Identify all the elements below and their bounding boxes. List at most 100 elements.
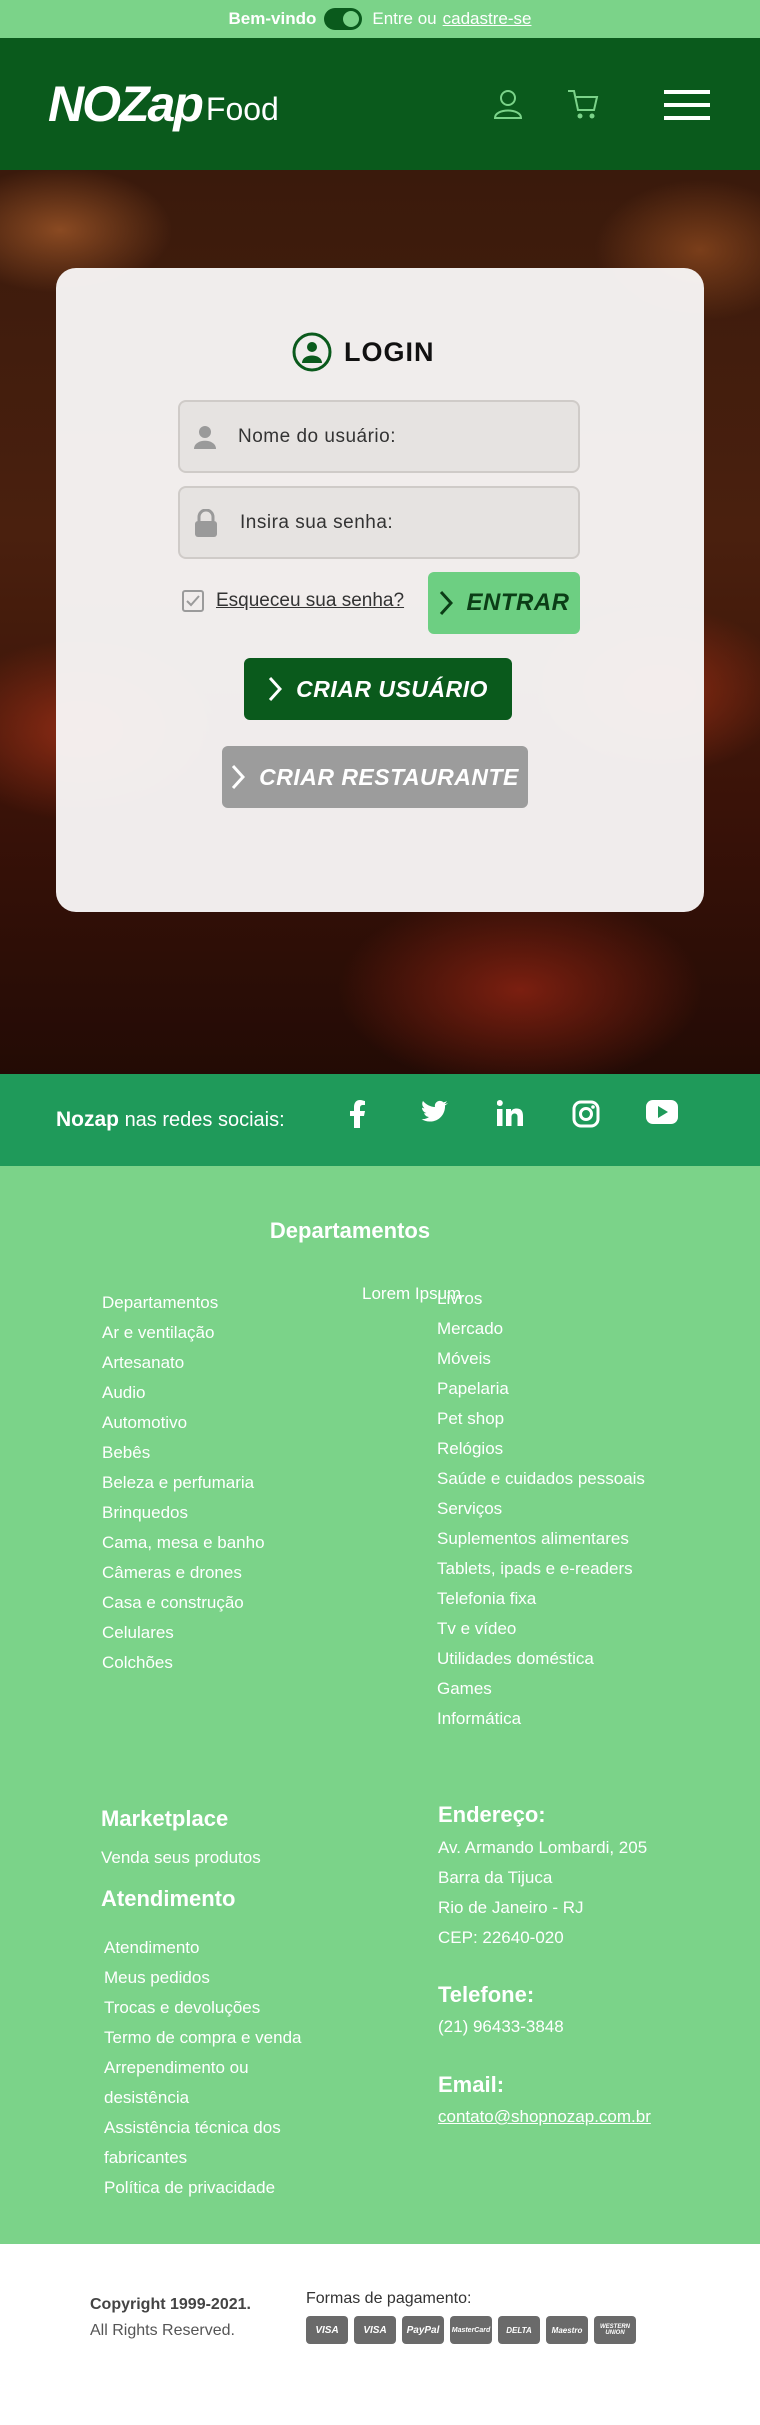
hero-background: LOGIN Esqueceu sua senha? ENTRAR CRIAR U… [0,170,760,1074]
department-item[interactable]: Telefonia fixa [437,1584,645,1614]
department-item[interactable]: Beleza e perfumaria [102,1468,265,1498]
twitter-icon[interactable] [396,1100,472,1128]
chevron-right-icon [439,590,453,616]
department-item[interactable]: Tv e vídeo [437,1614,645,1644]
menu-icon[interactable] [664,90,710,125]
departments-list-left: Departamentos Ar e ventilação Artesanato… [102,1288,265,1678]
department-item[interactable]: Papelaria [437,1374,645,1404]
linkedin-icon[interactable] [472,1100,548,1128]
site-header: NOZap Food [0,38,760,170]
phone-title: Telefone: [438,1982,535,2007]
department-item[interactable]: Audio [102,1378,265,1408]
login-user-icon [292,332,332,372]
payment-methods: VISA VISA PayPal MasterCard DELTA Maestr… [306,2316,642,2344]
department-item[interactable]: Artesanato [102,1348,265,1378]
delta-icon: DELTA [498,2316,540,2344]
lock-icon [195,508,217,537]
username-field[interactable] [178,400,580,473]
login-title: LOGIN [344,336,435,367]
atendimento-item[interactable]: fabricantes [104,2143,302,2173]
department-item[interactable]: Games [437,1674,645,1704]
social-label: Nozap nas redes sociais: [56,1108,285,1132]
department-item[interactable]: Cama, mesa e banho [102,1528,265,1558]
address-line: Rio de Janeiro - RJ [438,1898,584,1917]
atendimento-item[interactable]: Meus pedidos [104,1963,302,1993]
address-title: Endereço: [438,1802,546,1827]
chevron-right-icon [231,764,246,790]
department-item[interactable]: Relógios [437,1434,645,1464]
email-link[interactable]: contato@shopnozap.com.br [438,2102,651,2132]
bottom-bar: Copyright 1999-2021. All Rights Reserved… [0,2244,760,2425]
remember-checkbox[interactable] [182,590,204,612]
visa-icon: VISA [306,2316,348,2344]
create-user-label: CRIAR USUÁRIO [296,675,488,702]
department-item[interactable]: Brinquedos [102,1498,265,1528]
username-input[interactable] [238,425,558,448]
department-item[interactable]: Utilidades doméstica [437,1644,645,1674]
department-item[interactable]: Departamentos [102,1288,265,1318]
create-restaurant-label: CRIAR RESTAURANTE [259,763,519,790]
department-item[interactable]: Informática [437,1704,645,1734]
payments-label: Formas de pagamento: [306,2290,472,2307]
atendimento-item[interactable]: Atendimento [104,1933,302,1963]
social-brand: Nozap [56,1108,119,1131]
email-title: Email: [438,2072,505,2097]
chevron-right-icon [268,676,283,702]
person-icon [194,425,216,449]
department-item[interactable]: Bebês [102,1438,265,1468]
top-bar: Bem-vindo Entre ou cadastre-se [0,0,760,38]
atendimento-item[interactable]: Termo de compra e venda [104,2023,302,2053]
mastercard-icon: MasterCard [450,2316,492,2344]
department-item[interactable]: Serviços [437,1494,645,1524]
cart-icon[interactable] [566,88,600,125]
department-item[interactable]: Tablets, ipads e e-readers [437,1554,645,1584]
user-icon[interactable] [492,88,524,125]
forgot-password-row: Esqueceu sua senha? [182,590,404,612]
youtube-icon[interactable] [624,1100,700,1128]
department-item[interactable]: Câmeras e drones [102,1558,265,1588]
department-item[interactable]: Celulares [102,1618,265,1648]
logo[interactable]: NOZap Food [48,78,279,130]
department-item[interactable]: Colchões [102,1648,265,1678]
create-user-button[interactable]: CRIAR USUÁRIO [244,658,512,720]
atendimento-item[interactable]: Trocas e devoluções [104,1993,302,2023]
atendimento-list: Atendimento Meus pedidos Trocas e devolu… [104,1933,302,2203]
enter-button-label: ENTRAR [466,589,570,616]
social-text: nas redes sociais: [124,1109,285,1131]
atendimento-item[interactable]: Assistência técnica dos [104,2113,302,2143]
forgot-password-link[interactable]: Esqueceu sua senha? [216,590,404,612]
department-item[interactable]: Pet shop [437,1404,645,1434]
phone-number: (21) 96433-3848 [438,2017,564,2036]
department-item[interactable]: Ar e ventilação [102,1318,265,1348]
theme-toggle[interactable] [324,8,363,30]
paypal-icon: PayPal [402,2316,444,2344]
department-item[interactable]: Mercado [437,1314,645,1344]
marketplace-link[interactable]: Venda seus produtos [101,1848,261,1868]
atendimento-item[interactable]: Política de privacidade [104,2173,302,2203]
department-item[interactable]: Automotivo [102,1408,265,1438]
department-item[interactable]: Livros [437,1284,645,1314]
department-item[interactable]: Saúde e cuidados pessoais [437,1464,645,1494]
atendimento-item[interactable]: Arrependimento ou [104,2053,302,2083]
logo-brand: NOZap [48,76,204,132]
enter-button[interactable]: ENTRAR [428,572,580,634]
copyright-block: Copyright 1999-2021. All Rights Reserved… [90,2292,251,2344]
signup-link[interactable]: cadastre-se [443,9,532,29]
atendimento-title: Atendimento [101,1886,236,1911]
departments-title: Departamentos [269,1218,431,1243]
western-union-icon: WESTERN UNION [594,2316,636,2344]
address-block: Av. Armando Lombardi, 205 Barra da Tijuc… [438,1833,647,1953]
department-item[interactable]: Móveis [437,1344,645,1374]
instagram-icon[interactable] [548,1100,624,1128]
create-restaurant-button[interactable]: CRIAR RESTAURANTE [222,746,528,808]
visa-icon: VISA [354,2316,396,2344]
password-field[interactable] [178,486,580,559]
department-item[interactable]: Suplementos alimentares [437,1524,645,1554]
password-input[interactable] [240,511,560,534]
copyright-text: Copyright 1999-2021. [90,2296,251,2313]
facebook-icon[interactable] [320,1100,396,1128]
toggle-knob [343,11,360,27]
department-item[interactable]: Casa e construção [102,1588,265,1618]
address-line: CEP: 22640-020 [438,1928,564,1947]
atendimento-item[interactable]: desistência [104,2083,302,2113]
